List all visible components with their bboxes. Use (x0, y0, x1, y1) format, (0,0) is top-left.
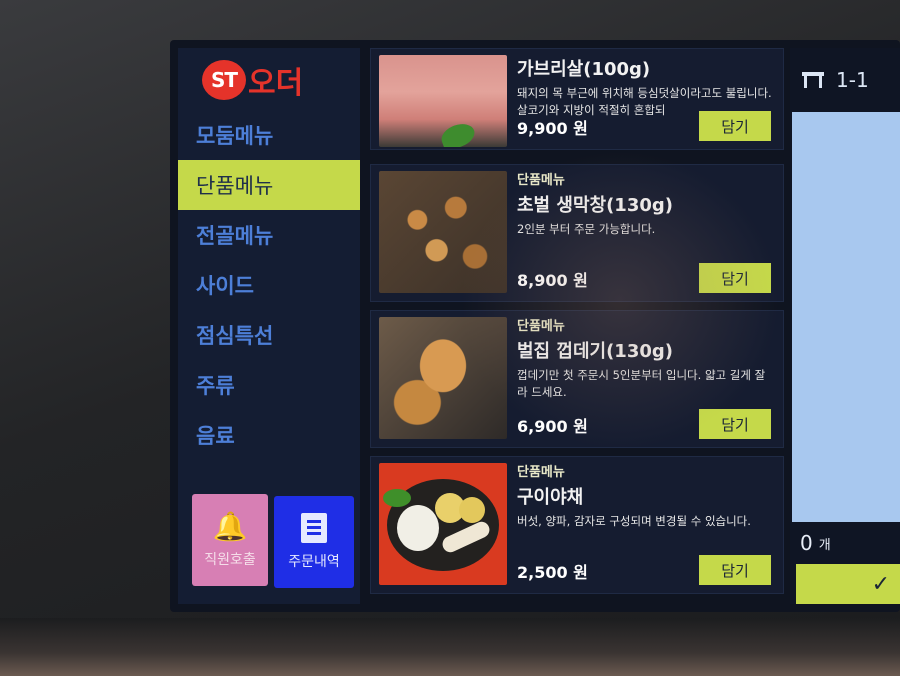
menu-card[interactable]: 단품메뉴 구이야채 버섯, 양파, 감자로 구성되며 변경될 수 있습니다. 2… (370, 456, 784, 594)
order-confirm-button[interactable]: ✓ (796, 564, 900, 604)
add-to-cart-button[interactable]: 담기 (699, 409, 771, 439)
logo-badge: ST (202, 60, 246, 100)
menu-item-description: 2인분 부터 주문 가능합니다. (517, 222, 656, 236)
menu-card[interactable]: 가브리살(100g) 돼지의 목 부근에 위치해 등심덧살이라고도 불립니다. … (370, 48, 784, 150)
menu-item-photo (379, 55, 507, 147)
app-logo: ST 오더 (202, 60, 304, 101)
order-history-button[interactable]: 주문내역 (274, 496, 354, 588)
receipt-icon (301, 513, 327, 543)
sidebar-item-hotpot-menu[interactable]: 전골메뉴 (178, 210, 360, 260)
menu-item-photo (379, 317, 507, 439)
menu-item-photo (379, 171, 507, 293)
kiosk-screen: ST 오더 모둠메뉴 단품메뉴 전골메뉴 사이드 점심특선 주류 음료 🔔 직원… (170, 40, 900, 612)
add-to-cart-button[interactable]: 담기 (699, 263, 771, 293)
menu-item-info: 단품메뉴 벌집 껍데기(130g) 껍데기만 첫 주문시 5인분부터 입니다. … (517, 317, 775, 441)
sidebar-item-single-menu[interactable]: 단품메뉴 (178, 160, 360, 210)
menu-item-info: 단품메뉴 구이야채 버섯, 양파, 감자로 구성되며 변경될 수 있습니다. 2… (517, 463, 775, 587)
logo-text: 오더 (248, 66, 304, 101)
menu-item-info: 가브리살(100g) 돼지의 목 부근에 위치해 등심덧살이라고도 불립니다. … (517, 55, 775, 143)
table-label: 1-1 (836, 68, 869, 92)
table-icon (802, 72, 824, 88)
menu-list: 가브리살(100g) 돼지의 목 부근에 위치해 등심덧살이라고도 불립니다. … (370, 48, 784, 604)
menu-item-name: 가브리살(100g) (517, 59, 651, 80)
sidebar: ST 오더 모둠메뉴 단품메뉴 전골메뉴 사이드 점심특선 주류 음료 🔔 직원… (178, 48, 360, 604)
add-to-cart-button[interactable]: 담기 (699, 555, 771, 585)
staff-call-label: 직원호출 (204, 552, 256, 568)
bell-icon: 🔔 (212, 510, 248, 543)
menu-item-description: 껍데기만 첫 주문시 5인분부터 입니다. 얇고 길게 잘라 드세요. (517, 368, 766, 399)
cart-count-value: 0 (800, 531, 813, 555)
menu-item-info: 단품메뉴 초벌 생막창(130g) 2인분 부터 주문 가능합니다. 8,900… (517, 171, 775, 295)
order-history-label: 주문내역 (288, 554, 340, 570)
menu-card[interactable]: 단품메뉴 벌집 껍데기(130g) 껍데기만 첫 주문시 5인분부터 입니다. … (370, 310, 784, 448)
menu-item-price: 2,500 원 (517, 563, 588, 582)
menu-item-price: 6,900 원 (517, 417, 588, 436)
sidebar-item-alcohol[interactable]: 주류 (178, 360, 360, 410)
menu-card[interactable]: 단품메뉴 초벌 생막창(130g) 2인분 부터 주문 가능합니다. 8,900… (370, 164, 784, 302)
menu-item-price: 9,900 원 (517, 119, 588, 138)
cart-count-unit: 개 (818, 537, 831, 553)
menu-item-name: 벌집 껍데기(130g) (517, 341, 673, 362)
category-nav: 모둠메뉴 단품메뉴 전골메뉴 사이드 점심특선 주류 음료 (178, 110, 360, 460)
staff-call-button[interactable]: 🔔 직원호출 (192, 494, 268, 586)
cart-count: 0 개 (790, 522, 900, 564)
menu-item-price: 8,900 원 (517, 271, 588, 290)
menu-item-name: 초벌 생막창(130g) (517, 195, 673, 216)
device-stand (0, 618, 900, 676)
add-to-cart-button[interactable]: 담기 (699, 111, 771, 141)
menu-item-category: 단품메뉴 (517, 173, 565, 188)
menu-item-description: 버섯, 양파, 감자로 구성되며 변경될 수 있습니다. (517, 514, 751, 528)
cart-panel: 1-1 0 개 ✓ (790, 48, 900, 604)
sidebar-item-drinks[interactable]: 음료 (178, 410, 360, 460)
menu-item-photo (379, 463, 507, 585)
sidebar-item-combo-menu[interactable]: 모둠메뉴 (178, 110, 360, 160)
check-icon: ✓ (871, 571, 890, 597)
menu-item-name: 구이야채 (517, 487, 584, 508)
table-number: 1-1 (802, 68, 869, 92)
cart-items-area[interactable] (792, 112, 900, 522)
sidebar-item-lunch-special[interactable]: 점심특선 (178, 310, 360, 360)
menu-item-category: 단품메뉴 (517, 465, 565, 480)
sidebar-item-side[interactable]: 사이드 (178, 260, 360, 310)
menu-item-category: 단품메뉴 (517, 319, 565, 334)
